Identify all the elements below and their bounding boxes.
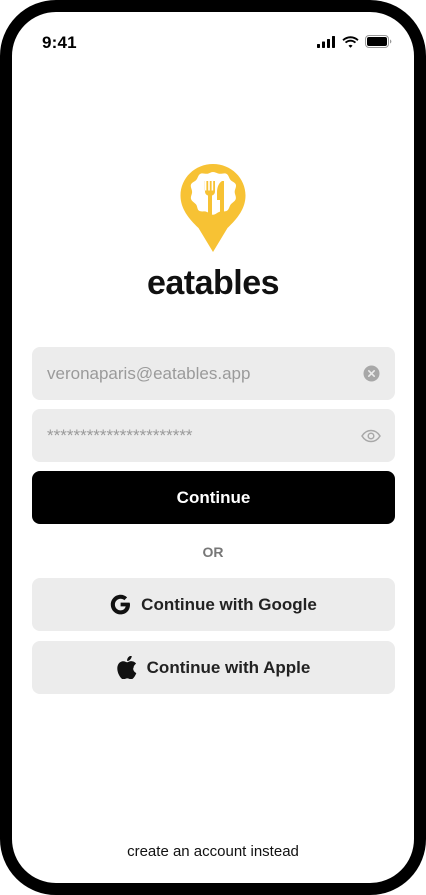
apple-button-label: Continue with Apple [146, 657, 311, 677]
brand-name: eatables [146, 264, 280, 302]
eye-icon[interactable] [361, 426, 381, 446]
or-divider: OR [202, 544, 224, 560]
status-icons [317, 35, 392, 48]
eatables-logo-icon [180, 164, 246, 252]
continue-with-google-button[interactable]: Continue with Google [32, 578, 395, 631]
email-field[interactable] [32, 347, 395, 400]
wifi-icon [342, 35, 359, 48]
status-time: 9:41 [42, 33, 77, 52]
password-field[interactable] [32, 409, 395, 462]
battery-icon [365, 35, 392, 48]
phone-frame: 9:41 eatables veronaparis@eatables.app *… [0, 0, 426, 895]
brand-header: eatables [12, 162, 414, 303]
create-account-link[interactable]: create an account instead [12, 843, 414, 860]
google-icon [110, 594, 131, 615]
status-bar: 9:41 [12, 12, 414, 72]
signal-icon [317, 35, 335, 48]
email-input[interactable] [47, 363, 361, 384]
google-button-label: Continue with Google [141, 594, 317, 614]
password-input[interactable] [47, 425, 361, 446]
continue-button[interactable]: Continue [32, 471, 395, 524]
continue-with-apple-button[interactable]: Continue with Apple [32, 641, 395, 694]
apple-icon [116, 656, 136, 679]
clear-icon[interactable] [361, 364, 381, 384]
